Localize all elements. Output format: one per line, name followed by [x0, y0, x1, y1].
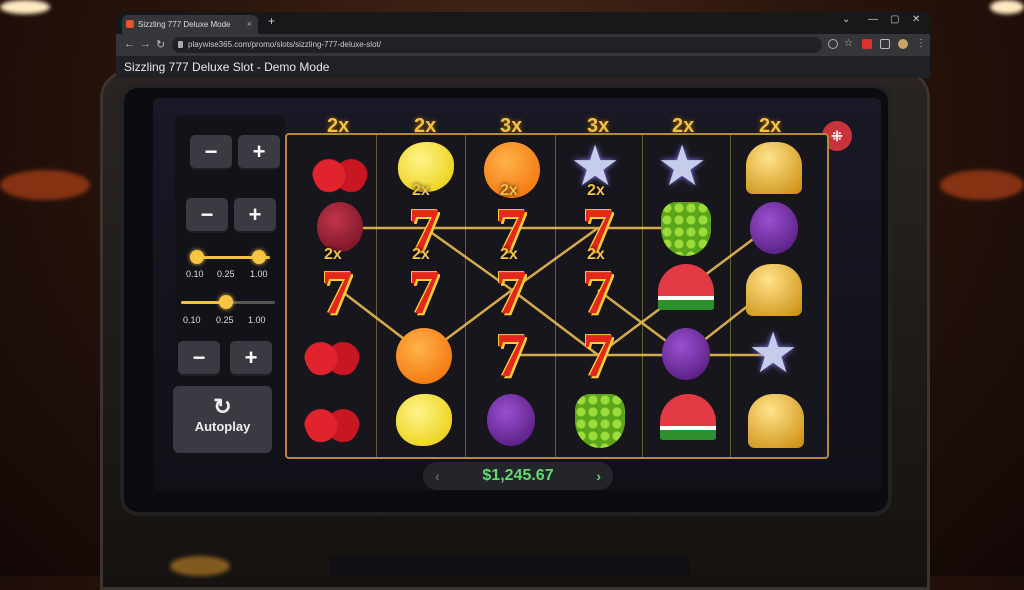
symbol-grapes	[656, 200, 716, 260]
symbol-bell	[746, 392, 806, 452]
symbol-plum	[481, 392, 541, 452]
payline-3	[424, 226, 685, 292]
bell-icon	[746, 142, 802, 194]
symbol-bell	[744, 140, 804, 200]
cabinet-lower-panel	[330, 556, 690, 576]
symbol-cherry	[310, 140, 370, 200]
symbol-seven: 7	[495, 259, 527, 327]
balance-next-icon[interactable]: ›	[596, 462, 601, 490]
symbol-seven: 7	[321, 259, 353, 327]
cherry-icon	[312, 142, 368, 198]
symbol-cherry	[302, 323, 362, 383]
orange-icon	[396, 328, 452, 384]
balance-amount: $1,245.67	[482, 467, 554, 484]
watermelon-icon	[658, 264, 714, 310]
symbol-cherry	[302, 390, 362, 450]
symbol-plum	[656, 326, 716, 386]
symbol-star: ★	[657, 134, 708, 197]
bell-icon	[748, 394, 804, 448]
symbol-multiplier: 2x	[500, 182, 518, 199]
balance-prev-icon[interactable]: ‹	[435, 462, 440, 490]
plum-icon	[750, 202, 798, 254]
symbol-seven: 7	[582, 259, 614, 327]
bell-icon	[746, 264, 802, 316]
cherry-icon	[304, 392, 360, 448]
symbol-bell	[744, 262, 804, 322]
symbol-star: ★	[748, 321, 799, 384]
symbol-orange	[394, 326, 454, 386]
grapes-icon	[575, 394, 625, 448]
cherry-icon	[304, 325, 360, 381]
symbol-multiplier: 2x	[587, 182, 605, 199]
balance-display: ‹ $1,245.67 ›	[423, 462, 613, 490]
symbol-multiplier: 2x	[412, 246, 430, 263]
plum-icon	[487, 394, 535, 446]
symbol-seven: 7	[582, 322, 614, 390]
symbol-watermelon	[656, 262, 716, 322]
symbol-lemon	[394, 392, 454, 452]
cabinet-button-light	[170, 556, 230, 576]
symbol-watermelon	[658, 392, 718, 452]
plum-icon	[317, 202, 363, 252]
lemon-icon	[396, 394, 452, 446]
plum-icon	[662, 328, 710, 380]
symbol-multiplier: 2x	[324, 246, 342, 263]
symbol-seven: 7	[495, 322, 527, 390]
symbol-plum	[744, 200, 804, 260]
symbol-multiplier: 2x	[500, 246, 518, 263]
symbol-grapes	[570, 392, 630, 452]
symbol-multiplier: 2x	[412, 182, 430, 199]
watermelon-icon	[660, 394, 716, 440]
symbol-seven: 7	[408, 259, 440, 327]
grapes-icon	[661, 202, 711, 256]
symbol-multiplier: 2x	[587, 246, 605, 263]
